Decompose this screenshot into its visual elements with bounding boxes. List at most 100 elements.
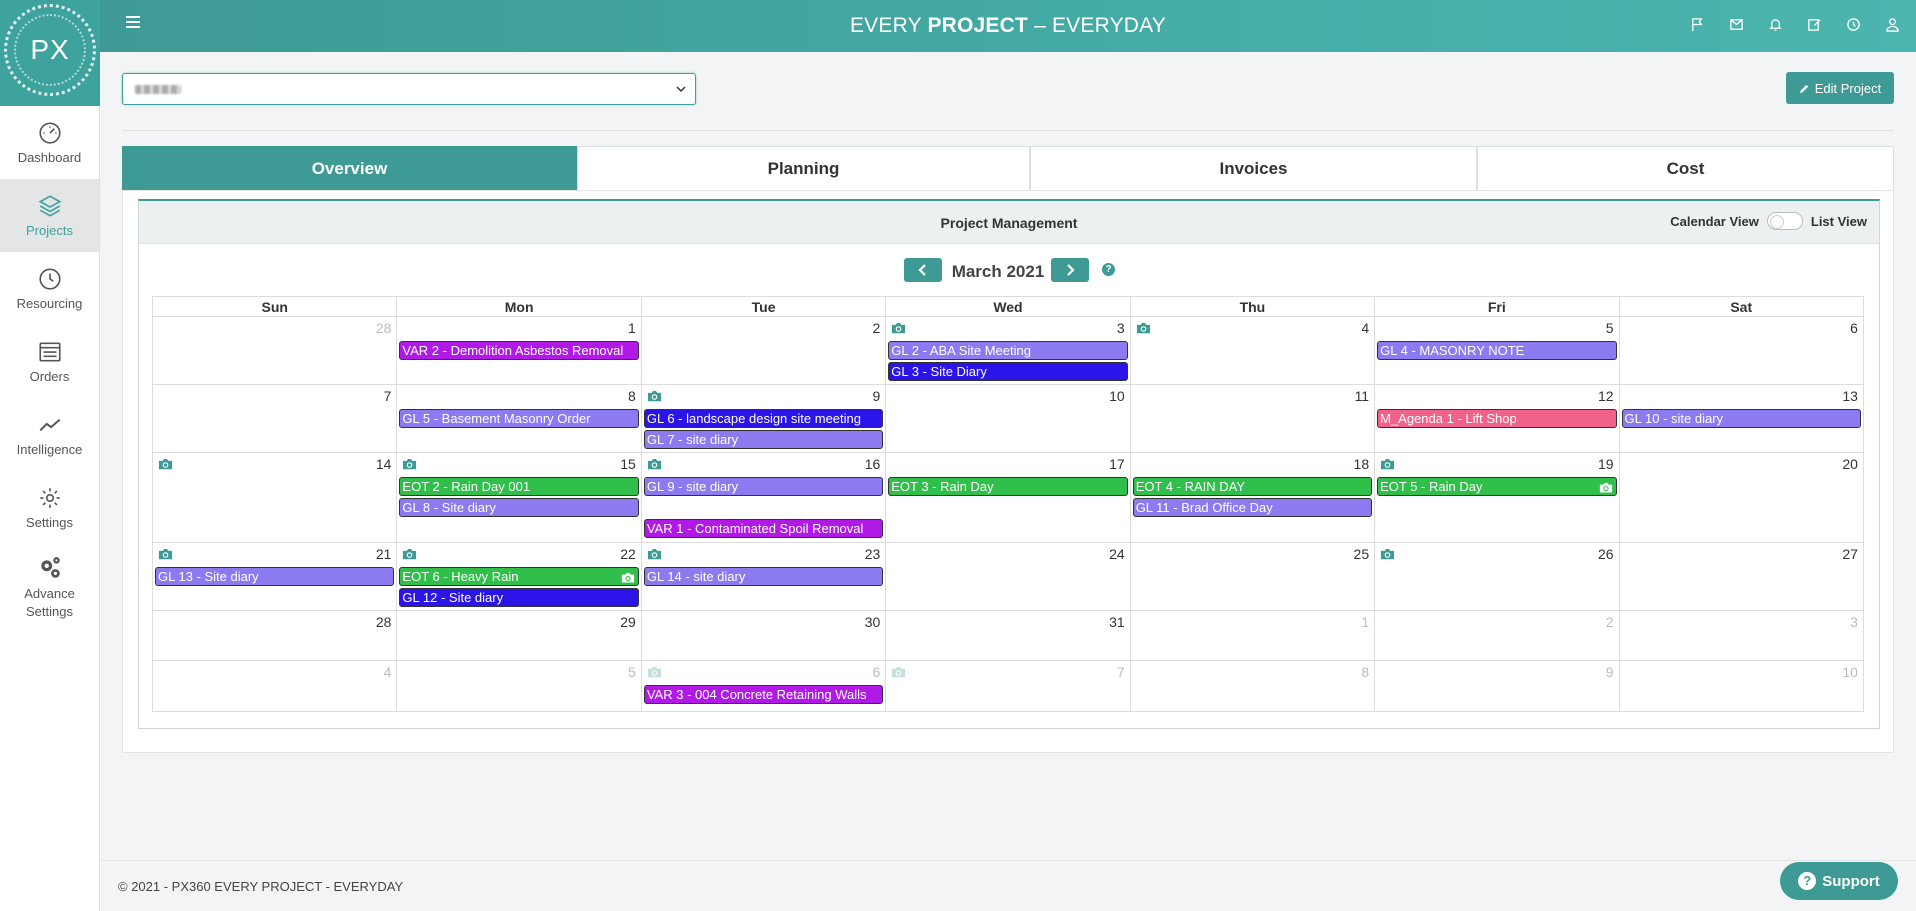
tab-invoices[interactable]: Invoices: [1030, 146, 1477, 190]
calendar-event[interactable]: GL 10 - site diary: [1621, 409, 1861, 428]
calendar-event[interactable]: GL 9 - site diary: [643, 477, 884, 496]
camera-icon[interactable]: [158, 457, 173, 470]
calendar-event[interactable]: GL 5 - Basement Masonry Order: [399, 409, 639, 428]
camera-icon[interactable]: [1599, 480, 1613, 493]
calendar-day-cell[interactable]: 29: [397, 611, 642, 661]
camera-icon[interactable]: [647, 547, 662, 560]
calendar-day-cell[interactable]: 8 GL 5 - Basement Masonry Order: [397, 385, 642, 453]
project-select[interactable]: [122, 73, 696, 105]
sidebar-item-intelligence[interactable]: Intelligence: [0, 398, 99, 471]
calendar-day-cell[interactable]: 13 GL 10 - site diary: [1619, 385, 1864, 453]
edit-project-button[interactable]: Edit Project: [1786, 72, 1894, 104]
sidebar-item-settings[interactable]: Settings: [0, 471, 99, 544]
calendar-day-cell[interactable]: 16 GL 9 - site diary VAR 1 - Contaminated …: [641, 453, 887, 543]
tab-planning[interactable]: Planning: [577, 146, 1030, 190]
bell-icon[interactable]: [1765, 14, 1785, 34]
calendar-day-cell[interactable]: 28: [153, 611, 398, 661]
calendar-event[interactable]: GL 12 - Site diary: [399, 588, 639, 607]
calendar-event[interactable]: EOT 6 - Heavy Rain: [399, 567, 639, 586]
camera-icon[interactable]: [891, 321, 906, 334]
calendar-event[interactable]: GL 13 - Site diary: [155, 567, 395, 586]
calendar-event[interactable]: VAR 1 - Contaminated Spoil Removal: [643, 519, 884, 538]
camera-icon[interactable]: [1380, 547, 1395, 560]
calendar-day-cell[interactable]: 7: [886, 661, 1131, 712]
calendar-day-cell[interactable]: 2: [1375, 611, 1620, 661]
view-switch[interactable]: [1766, 212, 1803, 230]
calendar-event[interactable]: EOT 5 - Rain Day: [1377, 477, 1617, 496]
camera-icon[interactable]: [647, 389, 662, 402]
calendar-event[interactable]: GL 8 - Site diary: [399, 498, 639, 517]
sidebar-item-projects[interactable]: Projects: [0, 179, 99, 252]
calendar-day-cell[interactable]: 1 VAR 2 - Demolition Asbestos Removal: [397, 317, 642, 385]
calendar-day-cell[interactable]: 22 EOT 6 - Heavy Rain GL 12 - Site diary: [397, 543, 642, 611]
camera-icon[interactable]: [158, 547, 173, 560]
support-button[interactable]: ? Support: [1780, 862, 1898, 900]
calendar-day-cell[interactable]: 15 EOT 2 - Rain Day 001 GL 8 - Site diary: [397, 453, 642, 543]
camera-icon[interactable]: [891, 665, 906, 678]
calendar-day-cell[interactable]: 9 GL 6 - landscape design site meeting GL …: [641, 385, 887, 453]
envelope-icon[interactable]: [1726, 14, 1746, 34]
camera-icon[interactable]: [621, 570, 635, 583]
calendar-day-cell[interactable]: 10: [886, 385, 1131, 453]
calendar-event[interactable]: M_Agenda 1 - Lift Shop: [1377, 409, 1617, 428]
calendar-event[interactable]: EOT 4 - RAIN DAY: [1132, 477, 1373, 496]
calendar-day-cell[interactable]: 27: [1619, 543, 1864, 611]
flag-icon[interactable]: [1687, 14, 1707, 34]
camera-icon[interactable]: [1380, 457, 1395, 470]
calendar-day-cell[interactable]: 20: [1619, 453, 1864, 543]
next-month-button[interactable]: [1051, 258, 1089, 282]
calendar-event[interactable]: GL 4 - MASONRY NOTE: [1377, 341, 1617, 360]
calendar-day-cell[interactable]: 7: [153, 385, 398, 453]
sidebar-item-orders[interactable]: Orders: [0, 325, 99, 398]
calendar-event[interactable]: GL 6 - landscape design site meeting: [643, 409, 884, 428]
calendar-day-cell[interactable]: 5: [397, 661, 642, 712]
calendar-day-cell[interactable]: 4: [153, 661, 398, 712]
tab-overview[interactable]: Overview: [122, 146, 577, 190]
calendar-event[interactable]: GL 2 - ABA Site Meeting: [888, 341, 1128, 360]
calendar-day-cell[interactable]: 19 EOT 5 - Rain Day: [1375, 453, 1620, 543]
clock-icon[interactable]: [1843, 14, 1863, 34]
camera-icon[interactable]: [1136, 321, 1151, 334]
calendar-event[interactable]: GL 7 - site diary: [643, 430, 884, 449]
calendar-day-cell[interactable]: 2: [641, 317, 887, 385]
calendar-event[interactable]: GL 11 - Brad Office Day: [1132, 498, 1373, 517]
calendar-event[interactable]: GL 14 - site diary: [643, 567, 884, 586]
calendar-day-cell[interactable]: 10: [1619, 661, 1864, 712]
calendar-day-cell[interactable]: 31: [886, 611, 1131, 661]
user-icon[interactable]: [1882, 14, 1902, 34]
calendar-day-cell[interactable]: 3: [1619, 611, 1864, 661]
tab-cost[interactable]: Cost: [1477, 146, 1894, 190]
camera-icon[interactable]: [647, 457, 662, 470]
calendar-day-cell[interactable]: 1: [1130, 611, 1376, 661]
calendar-day-cell[interactable]: 5 GL 4 - MASONRY NOTE: [1375, 317, 1620, 385]
calendar-day-cell[interactable]: 12 M_Agenda 1 - Lift Shop: [1375, 385, 1620, 453]
edit-icon[interactable]: [1804, 14, 1824, 34]
calendar-day-cell[interactable]: 6: [1619, 317, 1864, 385]
sidebar-item-advance-settings[interactable]: Advance Settings: [0, 544, 99, 632]
calendar-event[interactable]: VAR 3 - 004 Concrete Retaining Walls: [643, 685, 884, 704]
calendar-day-cell[interactable]: 24: [886, 543, 1131, 611]
calendar-day-cell[interactable]: 18 EOT 4 - RAIN DAY GL 11 - Brad Office Da…: [1130, 453, 1376, 543]
camera-icon[interactable]: [402, 547, 417, 560]
sidebar-item-resourcing[interactable]: Resourcing: [0, 252, 99, 325]
calendar-day-cell[interactable]: 11: [1130, 385, 1376, 453]
calendar-day-cell[interactable]: 30: [641, 611, 887, 661]
sidebar-item-dashboard[interactable]: Dashboard: [0, 106, 99, 179]
calendar-day-cell[interactable]: 23 GL 14 - site diary: [641, 543, 887, 611]
calendar-day-cell[interactable]: 6 VAR 3 - 004 Concrete Retaining Walls: [641, 661, 887, 712]
calendar-day-cell[interactable]: 26: [1375, 543, 1620, 611]
calendar-day-cell[interactable]: 21 GL 13 - Site diary: [153, 543, 398, 611]
calendar-day-cell[interactable]: 9: [1375, 661, 1620, 712]
camera-icon[interactable]: [402, 457, 417, 470]
calendar-day-cell[interactable]: 17 EOT 3 - Rain Day: [886, 453, 1131, 543]
help-icon[interactable]: ?: [1102, 263, 1115, 276]
calendar-day-cell[interactable]: 3 GL 2 - ABA Site Meeting GL 3 - Site Diar…: [886, 317, 1131, 385]
calendar-day-cell[interactable]: 28: [153, 317, 398, 385]
px-logo[interactable]: PX: [0, 0, 100, 106]
calendar-event[interactable]: EOT 2 - Rain Day 001: [399, 477, 639, 496]
calendar-event[interactable]: EOT 3 - Rain Day: [888, 477, 1128, 496]
calendar-day-cell[interactable]: 4: [1130, 317, 1376, 385]
calendar-day-cell[interactable]: 8: [1130, 661, 1376, 712]
calendar-event[interactable]: VAR 2 - Demolition Asbestos Removal: [399, 341, 639, 360]
camera-icon[interactable]: [647, 665, 662, 678]
